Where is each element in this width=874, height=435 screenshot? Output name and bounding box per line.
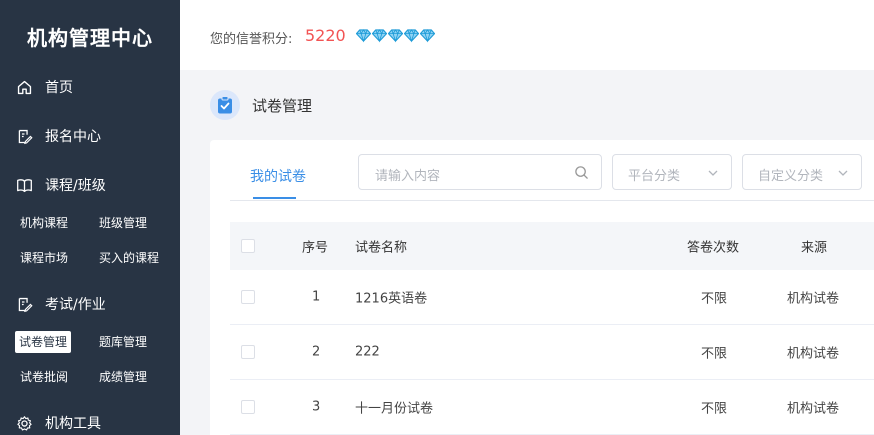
platform-category-select[interactable]: 平台分类 bbox=[612, 154, 732, 190]
header-source: 来源 bbox=[801, 240, 828, 256]
search-input[interactable]: 请输入内容 bbox=[358, 154, 602, 190]
sidebar-item-label: 考试/作业 bbox=[45, 297, 106, 313]
tab-divider bbox=[230, 200, 874, 201]
sidebar-subitem-institution-courses[interactable]: 机构课程 bbox=[16, 212, 72, 234]
sidebar-item-label: 机构工具 bbox=[45, 416, 101, 432]
exam-list-card: 我的试卷 请输入内容 平台分类 自定义分类 序号 试卷名称 答卷次数 来源 1 … bbox=[210, 140, 874, 435]
sidebar-subitem-class-management[interactable]: 班级管理 bbox=[95, 212, 151, 234]
row-name: 222 bbox=[355, 344, 380, 360]
edit-icon bbox=[18, 297, 33, 312]
header-attempts: 答卷次数 bbox=[687, 240, 740, 256]
select-placeholder: 自定义分类 bbox=[758, 169, 824, 184]
active-tab-indicator bbox=[253, 197, 296, 199]
search-placeholder: 请输入内容 bbox=[375, 169, 441, 184]
chevron-down-icon bbox=[708, 170, 718, 176]
diamond-icon bbox=[420, 29, 435, 43]
row-index: 1 bbox=[312, 289, 321, 305]
table-header: 序号 试卷名称 答卷次数 来源 bbox=[230, 222, 874, 270]
tab-my-exams[interactable]: 我的试卷 bbox=[250, 166, 306, 186]
row-attempts: 不限 bbox=[701, 291, 728, 307]
app-title: 机构管理中心 bbox=[27, 26, 153, 50]
select-placeholder: 平台分类 bbox=[628, 169, 681, 184]
edit-icon bbox=[18, 129, 33, 144]
page-title: 试卷管理 bbox=[252, 96, 313, 115]
diamond-icon bbox=[372, 29, 387, 43]
page-header: 试卷管理 bbox=[210, 90, 312, 120]
row-source: 机构试卷 bbox=[787, 346, 840, 362]
table-row[interactable]: 2 222 不限 机构试卷 bbox=[230, 325, 874, 380]
credit-score-value: 5220 bbox=[305, 26, 346, 45]
table-row[interactable]: 3 十一月份试卷 不限 机构试卷 bbox=[230, 380, 874, 435]
sidebar: 机构管理中心 首页 报名中心 课程/班级 机构课程 班级管理 课程市场 买入的课… bbox=[0, 0, 180, 435]
header-index: 序号 bbox=[302, 240, 329, 256]
book-icon bbox=[17, 178, 32, 192]
table-row[interactable]: 1 1216英语卷 不限 机构试卷 bbox=[230, 270, 874, 325]
sidebar-item-exams[interactable]: 考试/作业 bbox=[16, 292, 106, 316]
row-attempts: 不限 bbox=[701, 346, 728, 362]
credit-diamonds bbox=[356, 28, 435, 43]
sidebar-subitem-exam-management[interactable]: 试卷管理 bbox=[15, 331, 72, 353]
sidebar-item-tools[interactable]: 机构工具 bbox=[16, 411, 101, 435]
row-index: 3 bbox=[312, 399, 321, 415]
sidebar-subitem-purchased-courses[interactable]: 买入的课程 bbox=[95, 247, 163, 269]
clipboard-check-icon bbox=[210, 90, 240, 120]
row-name: 1216英语卷 bbox=[355, 291, 428, 307]
row-checkbox[interactable] bbox=[241, 400, 255, 414]
row-checkbox[interactable] bbox=[241, 290, 255, 304]
header-name: 试卷名称 bbox=[355, 240, 408, 256]
sidebar-item-home[interactable]: 首页 bbox=[16, 75, 73, 99]
select-all-checkbox[interactable] bbox=[241, 239, 255, 253]
sidebar-item-enroll[interactable]: 报名中心 bbox=[16, 124, 101, 148]
sidebar-item-label: 首页 bbox=[45, 80, 73, 96]
sidebar-subitem-exam-grading[interactable]: 试卷批阅 bbox=[16, 366, 72, 388]
diamond-icon bbox=[388, 29, 403, 43]
diamond-icon bbox=[404, 29, 419, 43]
chevron-down-icon bbox=[838, 170, 848, 176]
sidebar-item-label: 课程/班级 bbox=[45, 178, 106, 194]
row-source: 机构试卷 bbox=[787, 401, 840, 417]
sidebar-subitem-score-management[interactable]: 成绩管理 bbox=[95, 366, 151, 388]
custom-category-select[interactable]: 自定义分类 bbox=[742, 154, 862, 190]
row-attempts: 不限 bbox=[701, 401, 728, 417]
gear-icon bbox=[17, 415, 32, 431]
row-name: 十一月份试卷 bbox=[355, 401, 434, 417]
sidebar-subitem-question-bank[interactable]: 题库管理 bbox=[95, 331, 151, 353]
sidebar-subitem-course-market[interactable]: 课程市场 bbox=[16, 247, 72, 269]
row-source: 机构试卷 bbox=[787, 291, 840, 307]
top-bar: 您的信誉积分: 5220 bbox=[180, 0, 874, 70]
credit-score-label: 您的信誉积分: bbox=[210, 32, 293, 47]
search-icon[interactable] bbox=[574, 165, 589, 180]
home-icon bbox=[17, 80, 32, 94]
sidebar-item-courses[interactable]: 课程/班级 bbox=[16, 173, 106, 197]
row-index: 2 bbox=[312, 344, 321, 360]
row-checkbox[interactable] bbox=[241, 345, 255, 359]
sidebar-item-label: 报名中心 bbox=[45, 129, 101, 145]
diamond-icon bbox=[356, 29, 371, 43]
